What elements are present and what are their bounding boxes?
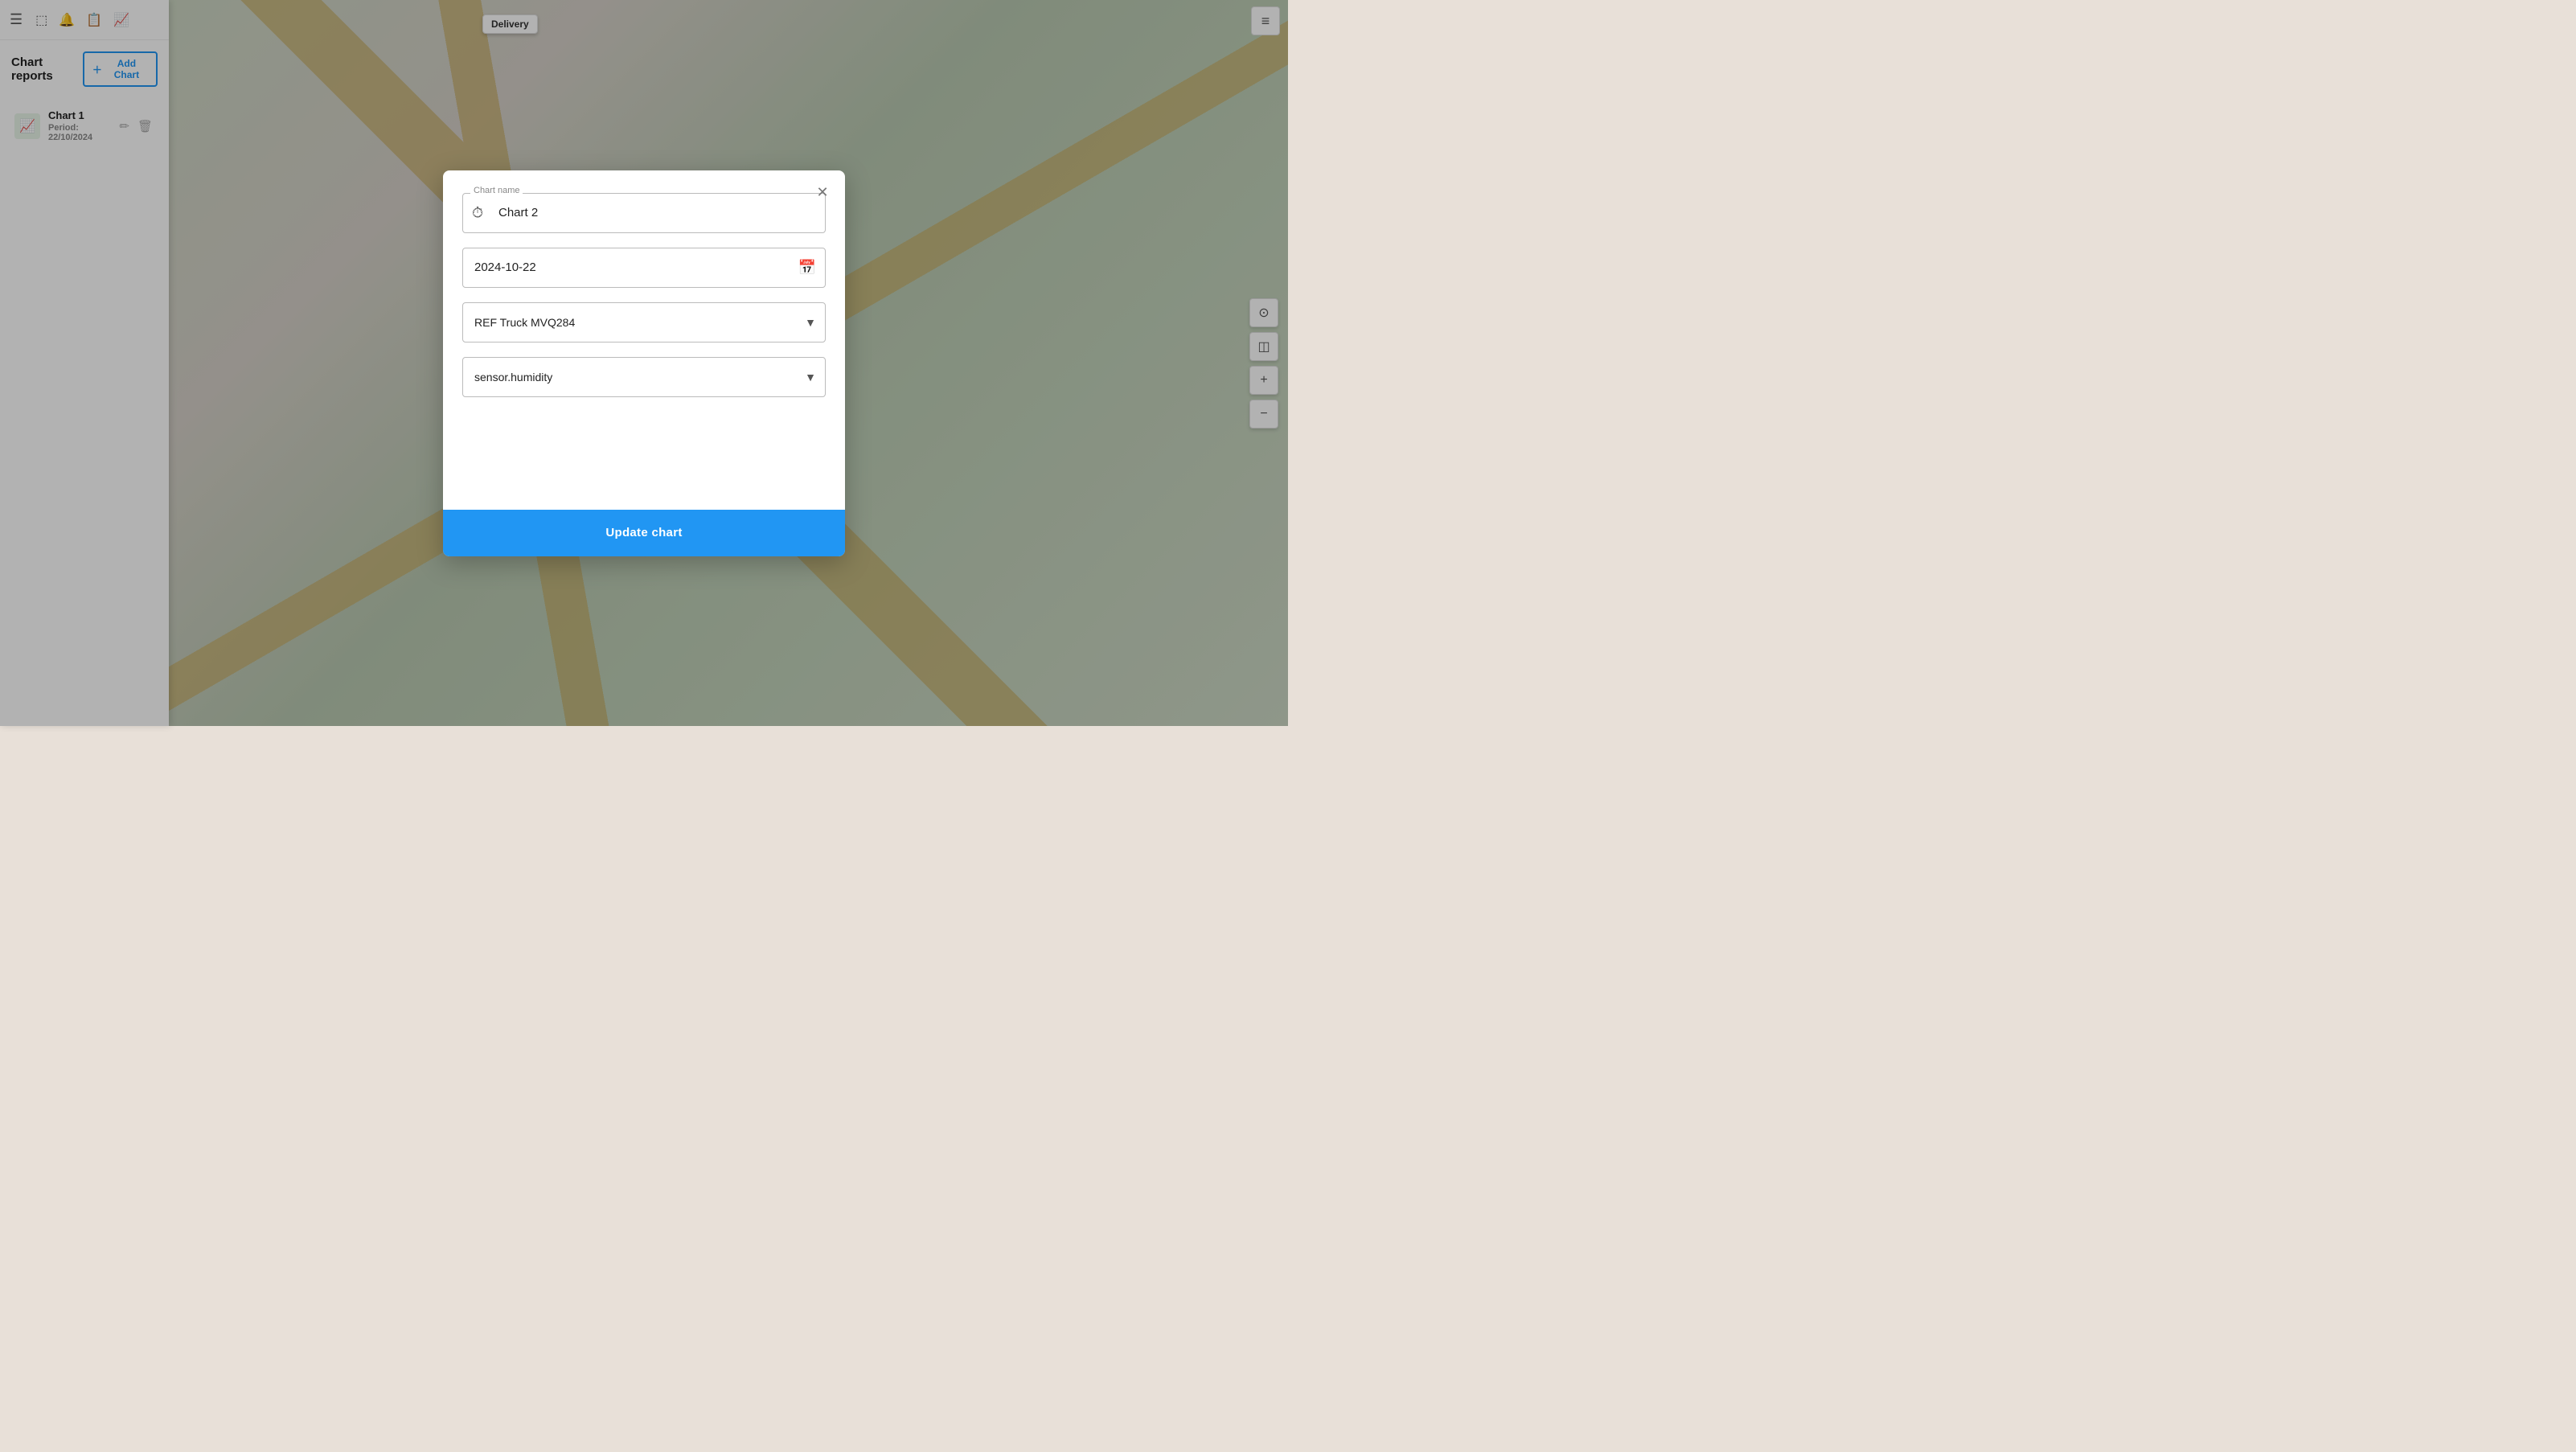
date-field-group: 📅 <box>462 248 826 288</box>
update-chart-button[interactable]: Update chart <box>443 510 845 556</box>
modal-overlay: ✕ Chart name ⏱ 📅 REF Truck MVQ284Truck A… <box>0 0 1288 726</box>
sensor-field-group: sensor.humiditysensor.temperaturesensor.… <box>462 357 826 397</box>
chart-name-field-group: Chart name ⏱ <box>462 193 826 233</box>
chart-name-input[interactable] <box>462 193 826 233</box>
chart-name-label: Chart name <box>470 186 523 195</box>
modal-dialog: ✕ Chart name ⏱ 📅 REF Truck MVQ284Truck A… <box>443 170 845 556</box>
modal-body: Chart name ⏱ 📅 REF Truck MVQ284Truck ATr… <box>443 170 845 510</box>
truck-select[interactable]: REF Truck MVQ284Truck ATruck B <box>462 302 826 342</box>
calendar-icon[interactable]: 📅 <box>798 259 816 276</box>
truck-field-group: REF Truck MVQ284Truck ATruck B ▼ <box>462 302 826 342</box>
sensor-select[interactable]: sensor.humiditysensor.temperaturesensor.… <box>462 357 826 397</box>
date-input[interactable] <box>462 248 826 288</box>
modal-close-button[interactable]: ✕ <box>811 182 834 204</box>
chart-name-icon: ⏱ <box>472 204 483 221</box>
